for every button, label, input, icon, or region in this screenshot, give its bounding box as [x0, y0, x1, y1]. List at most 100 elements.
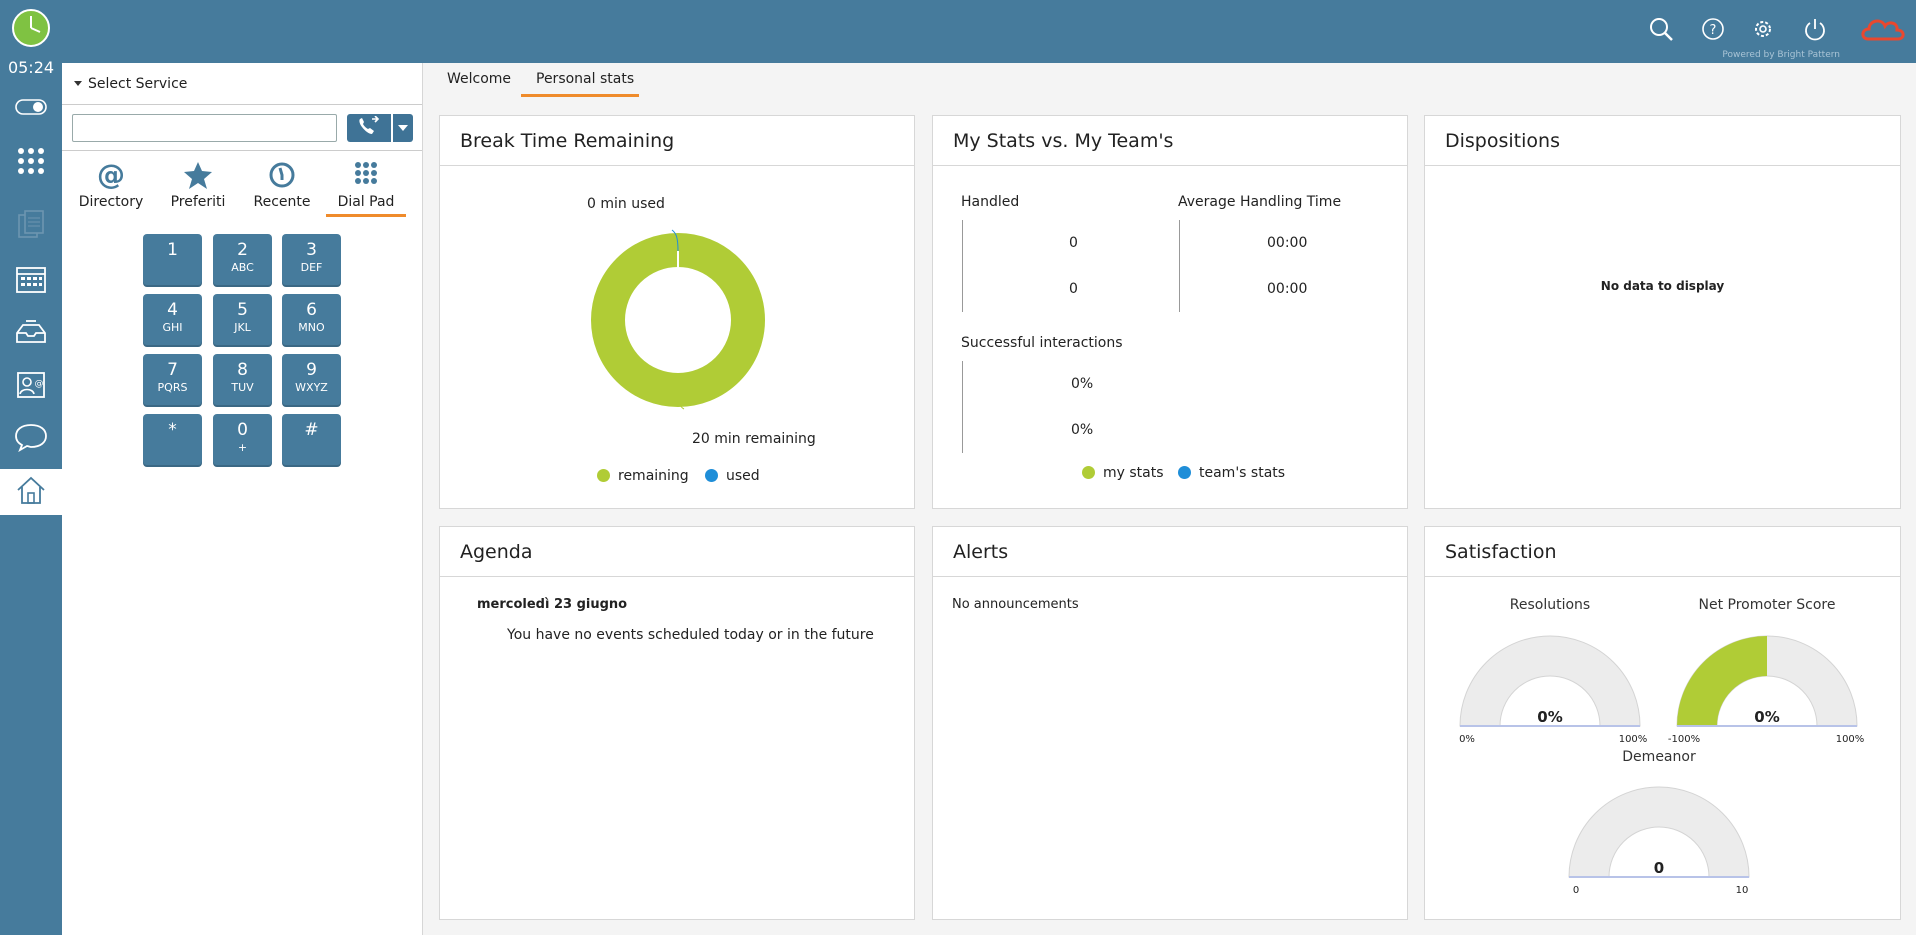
key-letters: JKL	[234, 321, 251, 334]
success-label: Successful interactions	[961, 335, 1123, 351]
call-options-button[interactable]	[393, 114, 413, 142]
rail-item-inbox[interactable]	[0, 310, 62, 356]
apps-grid-icon	[16, 146, 46, 180]
documents-icon	[16, 209, 46, 245]
tab-label: Dial Pad	[337, 194, 395, 210]
search-icon[interactable]	[1648, 16, 1674, 42]
alerts-message: No announcements	[952, 597, 1079, 612]
key-digit: 5	[237, 300, 248, 320]
key-digit: 0	[237, 420, 248, 440]
dial-key[interactable]: 7 PQRS	[143, 354, 202, 407]
used-label: 0 min used	[587, 196, 665, 212]
legend-swatch	[1082, 466, 1095, 479]
success-team-value: 0%	[1071, 422, 1094, 438]
success-mine-value: 0%	[1071, 376, 1094, 392]
dialpad-icon	[324, 160, 408, 190]
dial-key[interactable]: 9 WXYZ	[282, 354, 341, 407]
key-digit: 8	[237, 360, 248, 380]
agenda-message: You have no events scheduled today or in…	[507, 627, 874, 643]
rail-item-apps[interactable]	[0, 140, 62, 186]
tab-recente[interactable]: Recente	[240, 157, 324, 213]
widget-title: Dispositions	[1425, 116, 1900, 166]
key-digit: 9	[306, 360, 317, 380]
caret-down-icon	[398, 125, 408, 131]
svg-text:@: @	[97, 160, 125, 190]
break-time-donut	[591, 229, 765, 410]
chat-bubble-icon	[14, 422, 48, 456]
tab-dial-pad[interactable]: Dial Pad	[324, 157, 408, 217]
legend-swatch	[1178, 466, 1191, 479]
toggle-icon	[15, 97, 47, 121]
tab-label: Recente	[253, 194, 311, 210]
agenda-widget: Agenda mercoledì 23 giugno You have no e…	[439, 526, 915, 920]
number-input[interactable]	[72, 114, 337, 142]
key-letters: DEF	[300, 261, 323, 274]
gauge-min: 0%	[1459, 734, 1475, 745]
tab-label: Directory	[78, 194, 144, 210]
gauge-min: 0	[1572, 885, 1580, 896]
tab-directory[interactable]: @ Directory	[69, 157, 153, 213]
key-letters: MNO	[298, 321, 325, 334]
svg-text:@: @	[35, 379, 44, 389]
key-digit: 1	[167, 240, 178, 260]
dial-key[interactable]: 8 TUV	[213, 354, 272, 407]
divider	[62, 150, 422, 151]
gauge-value: 0%	[1537, 708, 1563, 726]
dial-key[interactable]: 1	[143, 234, 202, 287]
axis-line	[962, 220, 963, 312]
legend-label: used	[726, 468, 760, 484]
gauge-max: 100%	[1618, 734, 1648, 745]
empty-message: No data to display	[1600, 279, 1725, 293]
key-digit: 7	[167, 360, 178, 380]
select-service[interactable]: Select Service	[62, 63, 422, 105]
calendar-icon	[15, 264, 47, 298]
key-digit: 6	[306, 300, 317, 320]
svg-text:?: ?	[1710, 23, 1717, 38]
satisfaction-widget: Satisfaction Resolutions 0% 0% 100% Net Prom…	[1424, 526, 1901, 920]
power-icon[interactable]	[1802, 16, 1828, 42]
my-stats-widget: My Stats vs. My Team's Handled 0 0 Avera…	[932, 115, 1408, 509]
legend-used: used	[705, 468, 760, 484]
agenda-date: mercoledì 23 giugno	[477, 597, 628, 612]
legend-swatch	[597, 469, 610, 482]
key-letters: PQRS	[157, 381, 188, 394]
dial-key[interactable]: *	[143, 414, 202, 467]
dial-key[interactable]: 2 ABC	[213, 234, 272, 287]
handled-mine-value: 0	[1069, 235, 1078, 251]
clock-time: 05:24	[7, 58, 55, 77]
aht-team-value: 00:00	[1267, 281, 1308, 297]
legend-label: remaining	[618, 468, 689, 484]
dial-key[interactable]: 0 +	[213, 414, 272, 467]
gauge-max: 10	[1735, 885, 1749, 896]
rail-item-calendar[interactable]	[0, 258, 62, 304]
dial-key[interactable]: 6 MNO	[282, 294, 341, 347]
rail-item-contacts[interactable]: @	[0, 364, 62, 410]
bright-pattern-logo-icon	[1860, 13, 1906, 41]
call-button[interactable]	[347, 114, 391, 142]
gauge-label: Resolutions	[1509, 597, 1591, 613]
legend-swatch	[705, 469, 718, 482]
dial-key[interactable]: 3 DEF	[282, 234, 341, 287]
dial-key[interactable]: #	[282, 414, 341, 467]
key-letters: GHI	[162, 321, 183, 334]
gear-icon[interactable]	[1750, 16, 1776, 42]
phone-icon	[356, 115, 382, 140]
active-tab-indicator	[521, 94, 639, 97]
rail-item-home[interactable]	[0, 469, 62, 515]
home-icon	[15, 474, 47, 510]
select-service-label: Select Service	[88, 76, 188, 92]
rail-item-documents[interactable]	[0, 204, 62, 250]
caret-down-icon	[74, 81, 82, 86]
key-letters: +	[237, 441, 248, 454]
tab-preferiti[interactable]: Preferiti	[156, 157, 240, 213]
dispositions-widget: Dispositions No data to display	[1424, 115, 1901, 509]
aht-mine-value: 00:00	[1267, 235, 1308, 251]
status-toggle[interactable]	[0, 86, 62, 132]
help-icon[interactable]: ?	[1700, 16, 1726, 42]
tab-welcome[interactable]: Welcome	[447, 71, 511, 101]
axis-line	[1179, 220, 1180, 312]
gauge-min: -100%	[1667, 734, 1701, 745]
dial-key[interactable]: 5 JKL	[213, 294, 272, 347]
dial-key[interactable]: 4 GHI	[143, 294, 202, 347]
rail-item-chat[interactable]	[0, 416, 62, 462]
